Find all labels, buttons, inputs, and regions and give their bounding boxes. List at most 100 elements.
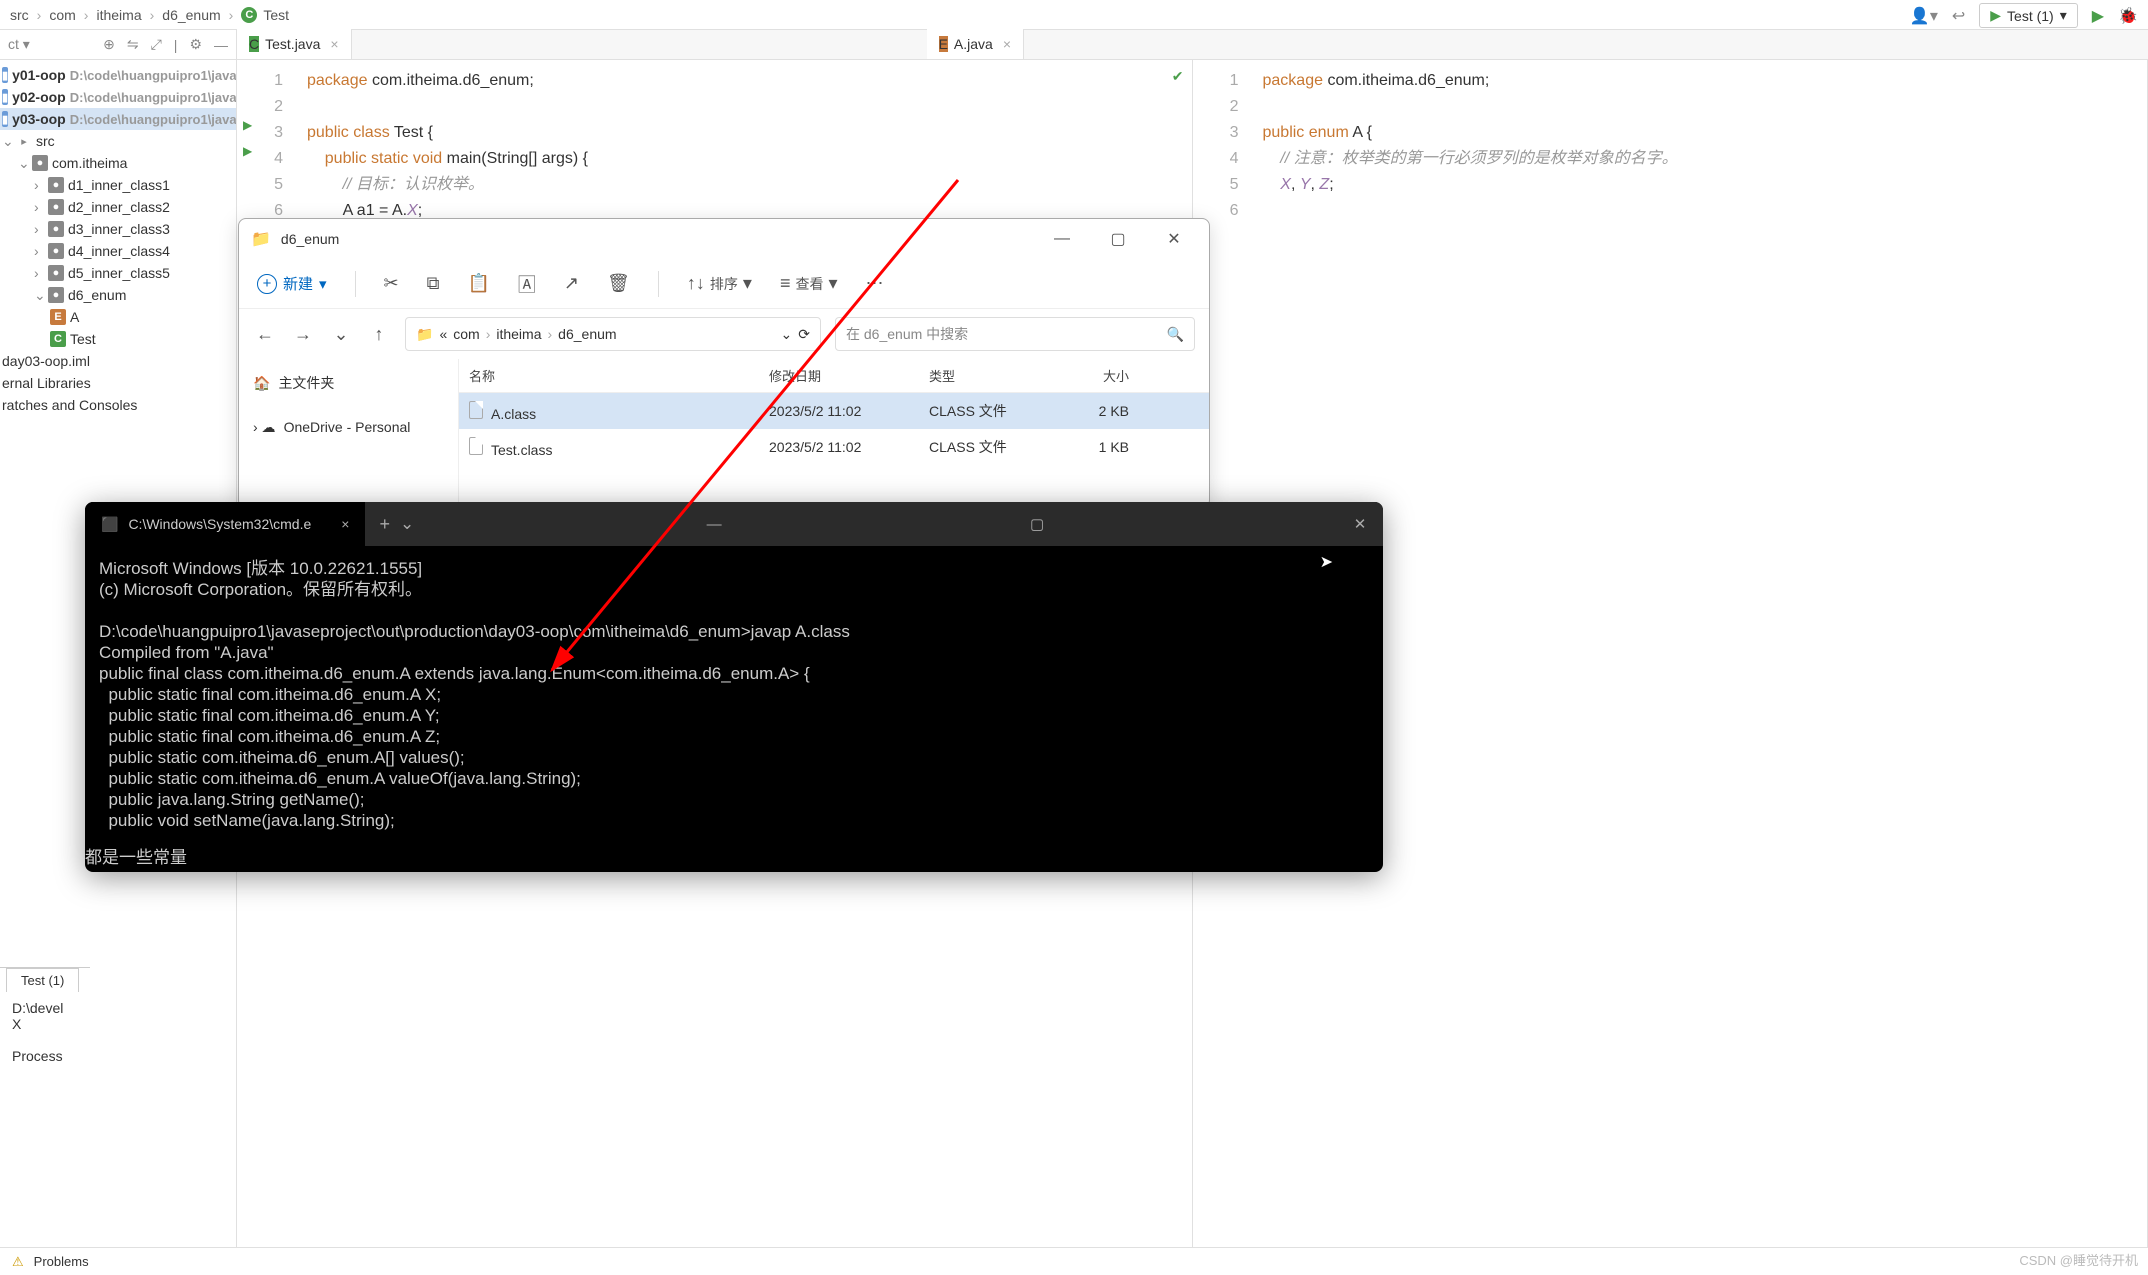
tree-row[interactable]: ratches and Consoles [0, 394, 236, 416]
back-icon[interactable]: ← [253, 324, 277, 345]
user-icon[interactable]: 👤▾ [1910, 6, 1938, 26]
tree-row[interactable]: ▮y01-oopD:\code\huangpuipro1\java [0, 64, 236, 86]
run-config-label: Test (1) [2007, 8, 2054, 24]
path-seg[interactable]: d6_enum [558, 326, 616, 342]
bc-item[interactable]: com [49, 7, 75, 23]
bc-item[interactable]: d6_enum [162, 7, 220, 23]
fe-toolbar: +新建▾ ✂ ⧉ 📋 🄰 ↗ 🗑 ↑↓ 排序 ▾ ≡ 查看 ▾ ⋯ [239, 259, 1209, 309]
tree-row[interactable]: CTest [0, 328, 236, 350]
run-gutter-icon[interactable]: ▶ [243, 144, 252, 158]
tree-row[interactable]: ›●d3_inner_class3 [0, 218, 236, 240]
maximize-button[interactable]: ▢ [1014, 515, 1060, 533]
close-button[interactable]: ✕ [1337, 515, 1383, 533]
more-icon[interactable]: ⋯ [866, 273, 884, 294]
sb-dropdown[interactable]: ct ▾ [8, 36, 30, 53]
col-name[interactable]: 名称 [459, 366, 759, 385]
chevron-down-icon[interactable]: ⌄ [781, 326, 793, 343]
problems-label[interactable]: Problems [34, 1254, 89, 1269]
run-config-dropdown[interactable]: ▶ Test (1) ▾ [1979, 3, 2078, 28]
tree-row[interactable]: ›●d2_inner_class2 [0, 196, 236, 218]
close-button[interactable]: ✕ [1151, 229, 1197, 249]
delete-icon[interactable]: 🗑 [607, 273, 630, 294]
view-button[interactable]: ≡ 查看 ▾ [780, 273, 838, 294]
onedrive-item[interactable]: › ☁ OneDrive - Personal [253, 413, 444, 441]
up-icon[interactable]: ↑ [367, 324, 391, 345]
tree-row[interactable]: ⌄●com.itheima [0, 152, 236, 174]
forward-icon[interactable]: → [291, 324, 315, 345]
tree-row[interactable]: ⌄●d6_enum [0, 284, 236, 306]
run-tab[interactable]: Test (1) [6, 968, 79, 992]
tab-label: A.java [954, 36, 993, 52]
bc-item[interactable]: Test [263, 7, 289, 23]
col-type[interactable]: 类型 [919, 366, 1059, 385]
close-icon[interactable]: × [1003, 36, 1011, 52]
refresh-icon[interactable]: ⟳ [798, 326, 810, 343]
sort-button[interactable]: ↑↓ 排序 ▾ [687, 273, 752, 294]
collapse-icon[interactable]: ⇋ [127, 36, 139, 53]
tree-row[interactable]: ›●d5_inner_class5 [0, 262, 236, 284]
run-gutter-icon[interactable]: ▶ [243, 118, 252, 132]
path-seg[interactable]: com [453, 326, 479, 342]
file-explorer-window[interactable]: 📁 d6_enum — ▢ ✕ +新建▾ ✂ ⧉ 📋 🄰 ↗ 🗑 ↑↓ 排序 ▾… [238, 218, 1210, 508]
term-tab-title: C:\Windows\System32\cmd.e [128, 516, 311, 532]
minimize-icon[interactable]: — [214, 37, 228, 53]
search-input[interactable]: 在 d6_enum 中搜索 🔍 [835, 317, 1195, 351]
fe-nav: ← → ⌄ ↑ 📁« com› itheima› d6_enum ⌄ ⟳ 在 d… [239, 309, 1209, 359]
path-seg[interactable]: itheima [496, 326, 541, 342]
term-tab[interactable]: ⬛ C:\Windows\System32\cmd.e × [85, 502, 365, 546]
copy-icon[interactable]: ⧉ [427, 273, 440, 294]
run-small-icon: ▶ [1990, 7, 2001, 24]
minimize-button[interactable]: — [691, 516, 737, 533]
terminal-output[interactable]: Microsoft Windows [版本 10.0.22621.1555] (… [85, 546, 1383, 843]
analysis-ok-icon[interactable]: ✔ [1172, 68, 1184, 85]
sidebar-toolbar: ct ▾ ⊕ ⇋ ⤢ | ⚙ — [0, 30, 236, 60]
chevron-down-icon[interactable]: ⌄ [329, 324, 353, 345]
paste-icon[interactable]: 📋 [468, 273, 490, 294]
tree-row[interactable]: ▮y03-oopD:\code\huangpuipro1\java [0, 108, 236, 130]
new-button[interactable]: +新建▾ [257, 273, 327, 294]
minimize-button[interactable]: — [1039, 230, 1085, 248]
close-icon[interactable]: × [330, 36, 338, 52]
tree-row[interactable]: ›●d4_inner_class4 [0, 240, 236, 262]
bc-item[interactable]: itheima [96, 7, 141, 23]
terminal-window[interactable]: ⬛ C:\Windows\System32\cmd.e × + ⌄ — ▢ ✕ … [85, 502, 1383, 872]
maximize-button[interactable]: ▢ [1095, 229, 1141, 249]
tree-row[interactable]: EA [0, 306, 236, 328]
fe-titlebar[interactable]: 📁 d6_enum — ▢ ✕ [239, 219, 1209, 259]
col-size[interactable]: 大小 [1059, 366, 1139, 385]
new-tab-button[interactable]: + [379, 514, 390, 535]
tree-row[interactable]: ernal Libraries [0, 372, 236, 394]
bc-item[interactable]: src [10, 7, 29, 23]
tree-row[interactable]: ›●d1_inner_class1 [0, 174, 236, 196]
back-icon[interactable]: ↩ [1952, 6, 1965, 26]
close-icon[interactable]: × [341, 516, 349, 532]
search-icon: 🔍 [1167, 326, 1184, 343]
share-icon[interactable]: ↗ [564, 273, 579, 294]
debug-button[interactable]: 🐞 [2118, 6, 2138, 26]
file-row[interactable]: Test.class2023/5/2 11:02CLASS 文件1 KB [459, 429, 1209, 465]
divider: | [174, 37, 178, 53]
tree-row[interactable]: ⌄▸src [0, 130, 236, 152]
tree-row[interactable]: ▮y02-oopD:\code\huangpuipro1\java [0, 86, 236, 108]
list-header[interactable]: 名称 修改日期 类型 大小 [459, 359, 1209, 393]
chevron-down-icon[interactable]: ⌄ [400, 514, 414, 534]
address-bar[interactable]: 📁« com› itheima› d6_enum ⌄ ⟳ [405, 317, 821, 351]
top-actions: 👤▾ ↩ ▶ Test (1) ▾ ▶ 🐞 [1910, 3, 2138, 28]
gear-icon[interactable]: ⚙ [189, 36, 202, 53]
cut-icon[interactable]: ✂ [384, 273, 399, 294]
project-tree[interactable]: ▮y01-oopD:\code\huangpuipro1\java▮y02-oo… [0, 60, 236, 420]
warn-icon: ⚠ [12, 1254, 24, 1270]
tree-row[interactable]: day03-oop.iml [0, 350, 236, 372]
col-date[interactable]: 修改日期 [759, 366, 919, 385]
run-button[interactable]: ▶ [2092, 6, 2104, 26]
rename-icon[interactable]: 🄰 [518, 271, 536, 297]
tab-test-java[interactable]: C Test.java × [237, 29, 352, 59]
breadcrumbs: src› com› itheima› d6_enum› C Test [0, 0, 2148, 30]
fe-sidebar[interactable]: 🏠 主文件夹 › ☁ OneDrive - Personal [239, 359, 459, 507]
target-icon[interactable]: ⊕ [103, 36, 115, 53]
home-item[interactable]: 🏠 主文件夹 [253, 369, 444, 397]
expand-icon[interactable]: ⤢ [151, 36, 162, 53]
tab-a-java[interactable]: E A.java × [927, 29, 1024, 59]
file-row[interactable]: A.class2023/5/2 11:02CLASS 文件2 KB [459, 393, 1209, 429]
term-titlebar[interactable]: ⬛ C:\Windows\System32\cmd.e × + ⌄ — ▢ ✕ [85, 502, 1383, 546]
